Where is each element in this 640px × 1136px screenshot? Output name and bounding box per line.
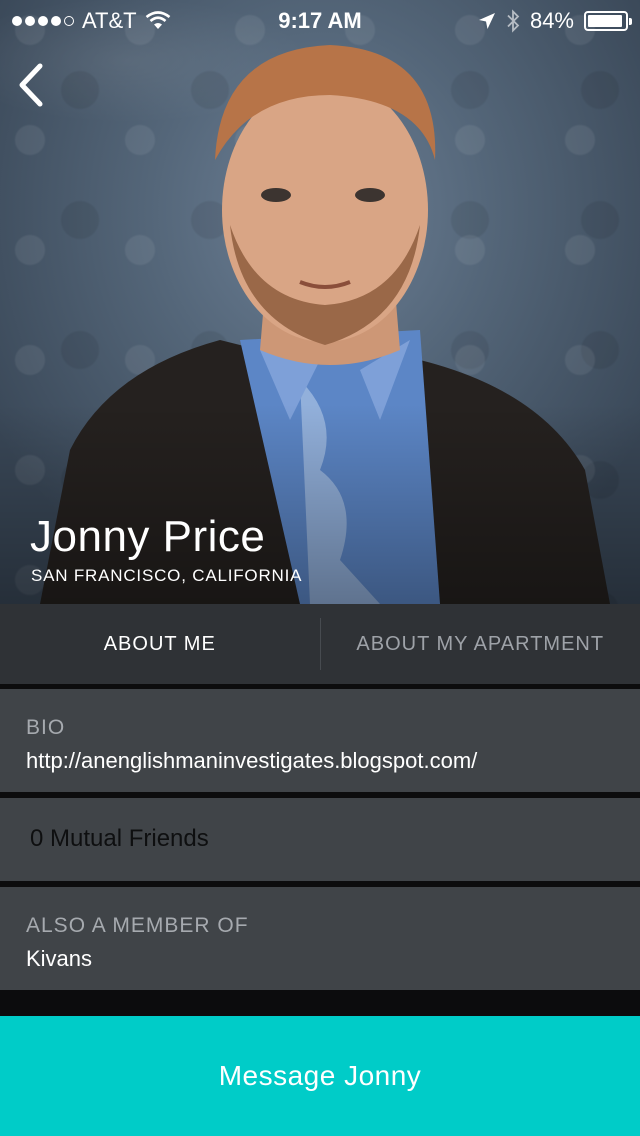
membership-card: ALSO A MEMBER OF Kivans	[0, 887, 640, 990]
bio-link[interactable]: http://anenglishmaninvestigates.blogspot…	[26, 748, 640, 774]
bluetooth-icon	[507, 9, 520, 33]
battery-percent: 84%	[529, 8, 574, 33]
tab-about-my-apartment[interactable]: ABOUT MY APARTMENT	[321, 604, 640, 684]
mutual-friends-count: 0 Mutual Friends	[30, 825, 209, 852]
message-button[interactable]: Message Jonny	[0, 1016, 640, 1136]
mutual-friends-card[interactable]: 0 Mutual Friends	[0, 798, 640, 881]
membership-value[interactable]: Kivans	[26, 946, 640, 972]
bio-card: BIO http://anenglishmaninvestigates.blog…	[0, 689, 640, 792]
chevron-left-icon	[19, 63, 43, 107]
status-bar-right: 84%	[478, 8, 632, 34]
battery-icon	[584, 11, 632, 31]
bio-label: BIO	[26, 716, 66, 739]
membership-label: ALSO A MEMBER OF	[26, 914, 249, 937]
tab-about-me[interactable]: ABOUT ME	[0, 604, 320, 684]
profile-name: Jonny Price	[30, 512, 266, 561]
back-button[interactable]	[14, 62, 48, 108]
profile-tabs: ABOUT ME ABOUT MY APARTMENT	[0, 604, 640, 684]
profile-location: SAN FRANCISCO, CALIFORNIA	[31, 566, 303, 585]
status-bar: AT&T 9:17 AM 84%	[0, 0, 640, 40]
location-arrow-icon	[478, 13, 495, 29]
